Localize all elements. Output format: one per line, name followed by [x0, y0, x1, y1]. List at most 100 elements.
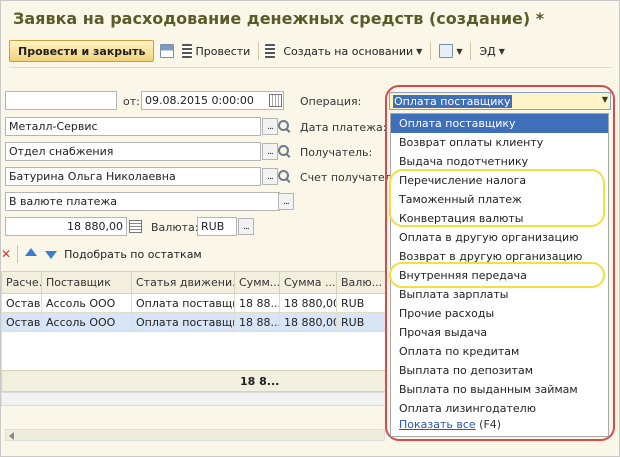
- post-and-close-button[interactable]: Провести и закрыть: [9, 40, 155, 62]
- column-header[interactable]: Валю...: [336, 271, 387, 294]
- counterparty-field[interactable]: Металл-Сервис: [5, 117, 261, 136]
- chevron-down-icon: ▼: [416, 46, 423, 56]
- amount-field[interactable]: 18 880,00: [5, 217, 127, 236]
- date-label: от:: [123, 95, 140, 108]
- table-cell[interactable]: Оплата поставщиц: [131, 293, 235, 313]
- currency-label: Валюта:: [151, 221, 199, 234]
- search-icon[interactable]: [277, 168, 292, 185]
- operation-option[interactable]: Выдача подотчетнику: [391, 152, 608, 171]
- operation-option[interactable]: Внутренняя передача: [391, 266, 608, 285]
- table-cell[interactable]: 18 880,00: [279, 312, 337, 332]
- table-cell[interactable]: RUB: [336, 293, 387, 313]
- operation-label: Операция:: [300, 95, 362, 108]
- post-button[interactable]: Провести: [180, 40, 252, 62]
- post-button-label: Провести: [195, 44, 251, 58]
- operation-dropdown-list: Оплата поставщику Возврат оплаты клиенту…: [390, 113, 609, 437]
- calendar-icon[interactable]: [269, 94, 282, 107]
- grid-toolbar: ✕ Подобрать по остаткам: [1, 244, 202, 264]
- search-icon[interactable]: [277, 118, 292, 135]
- search-icon[interactable]: [277, 143, 292, 160]
- select-department-button[interactable]: ...: [262, 143, 278, 160]
- table-footer: 18 8...: [1, 370, 386, 392]
- operation-option[interactable]: Выплата по выданным займам: [391, 380, 608, 399]
- select-responsible-button[interactable]: ...: [262, 168, 278, 185]
- department-field[interactable]: Отдел снабжения: [5, 142, 261, 161]
- table-cell[interactable]: Оставка: [1, 293, 42, 313]
- select-payment-type-button[interactable]: ...: [278, 193, 294, 210]
- column-header[interactable]: Статья движени...: [131, 271, 235, 294]
- table-cell[interactable]: RUB: [336, 312, 387, 332]
- table-cell[interactable]: Оплата поставщиц: [131, 312, 235, 332]
- date-field[interactable]: 09.08.2015 0:00:00: [141, 91, 284, 110]
- recipient-label: Получатель:: [300, 146, 373, 159]
- ed-label: ЭД: [479, 44, 496, 58]
- operation-option[interactable]: Выплата по депозитам: [391, 361, 608, 380]
- table-cell[interactable]: 18 88...: [234, 293, 280, 313]
- move-up-icon[interactable]: [24, 247, 38, 261]
- table-horizontal-scrollbar[interactable]: [1, 392, 386, 406]
- delete-row-icon[interactable]: ✕: [1, 247, 11, 261]
- column-header[interactable]: Сумм...: [234, 271, 280, 294]
- structure-icon[interactable]: [265, 44, 276, 58]
- print-menu-button[interactable]: ▼: [437, 40, 464, 62]
- payment-type-field[interactable]: В валюте платежа: [5, 192, 280, 211]
- recipient-account-label: Счет получателя: [300, 171, 399, 184]
- pick-by-balance-button[interactable]: Подобрать по остаткам: [64, 248, 202, 261]
- operation-option[interactable]: Таможенный платеж: [391, 190, 608, 209]
- operation-option[interactable]: Оплата по кредитам: [391, 342, 608, 361]
- select-currency-button[interactable]: ...: [238, 218, 254, 235]
- toolbar-separator: [258, 42, 260, 60]
- show-all-row: Показать все (F4): [391, 416, 608, 434]
- form-horizontal-scrollbar[interactable]: [5, 429, 385, 441]
- calculator-icon[interactable]: [129, 220, 142, 233]
- payment-date-label: Дата платежа:: [300, 121, 387, 134]
- move-down-icon[interactable]: [44, 247, 58, 261]
- show-all-shortcut: (F4): [479, 418, 502, 431]
- chevron-down-icon: ▼: [498, 46, 505, 56]
- post-document-icon: [182, 44, 193, 58]
- toolbar-divider: [9, 67, 611, 68]
- create-based-on-button[interactable]: Создать на основании ▼: [281, 40, 424, 62]
- operation-option[interactable]: Конвертация валюты: [391, 209, 608, 228]
- table-cell[interactable]: 18 88...: [234, 312, 280, 332]
- chevron-down-icon[interactable]: ▼: [602, 95, 608, 104]
- document-window: Заявка на расходование денежных средств …: [0, 0, 620, 457]
- table-header-row: Расче... Поставщик Статья движени... Сум…: [1, 271, 387, 294]
- table-row[interactable]: Оставка Ассоль ООО Оплата поставщиц 18 8…: [1, 312, 387, 332]
- print-icon: [439, 44, 454, 58]
- window-title: Заявка на расходование денежных средств …: [13, 9, 545, 28]
- table-row[interactable]: Оставка Ассоль ООО Оплата поставщиц 18 8…: [1, 293, 387, 313]
- operation-option[interactable]: Прочая выдача: [391, 323, 608, 342]
- create-based-on-label: Создать на основании: [283, 44, 414, 58]
- save-icon[interactable]: [160, 44, 175, 58]
- operation-option[interactable]: Возврат оплаты клиенту: [391, 133, 608, 152]
- table-cell[interactable]: Ассоль ООО: [41, 293, 132, 313]
- column-header[interactable]: Поставщик: [41, 271, 132, 294]
- main-toolbar: Провести и закрыть Провести Создать на о…: [9, 39, 507, 63]
- select-counterparty-button[interactable]: ...: [262, 118, 278, 135]
- operation-field[interactable]: Оплата поставщику ▼: [389, 92, 611, 110]
- table-empty-area: [1, 332, 386, 370]
- column-header[interactable]: Сумма ...: [279, 271, 337, 294]
- table-cell[interactable]: Оставка: [1, 312, 42, 332]
- table-cell[interactable]: Ассоль ООО: [41, 312, 132, 332]
- ed-menu-button[interactable]: ЭД ▼: [477, 40, 506, 62]
- operation-option[interactable]: Возврат в другую организацию: [391, 247, 608, 266]
- payments-table: Расче... Поставщик Статья движени... Сум…: [1, 271, 387, 332]
- show-all-link[interactable]: Показать все: [399, 418, 476, 431]
- operation-option[interactable]: Перечисление налога: [391, 171, 608, 190]
- operation-field-value: Оплата поставщику: [393, 94, 512, 108]
- table-cell[interactable]: 18 880,00: [279, 293, 337, 313]
- operation-option[interactable]: Прочие расходы: [391, 304, 608, 323]
- operation-option[interactable]: Оплата поставщику: [391, 114, 608, 133]
- responsible-field[interactable]: Батурина Ольга Николаевна: [5, 167, 261, 186]
- operation-option[interactable]: Выплата зарплаты: [391, 285, 608, 304]
- chevron-down-icon: ▼: [456, 46, 463, 56]
- number-field[interactable]: [5, 91, 117, 110]
- currency-field[interactable]: RUB: [197, 217, 237, 236]
- operation-option[interactable]: Оплата в другую организацию: [391, 228, 608, 247]
- column-header[interactable]: Расче...: [1, 271, 42, 294]
- toolbar-separator: [470, 42, 472, 60]
- table-footer-total: 18 8...: [240, 375, 280, 388]
- toolbar-separator: [430, 42, 432, 60]
